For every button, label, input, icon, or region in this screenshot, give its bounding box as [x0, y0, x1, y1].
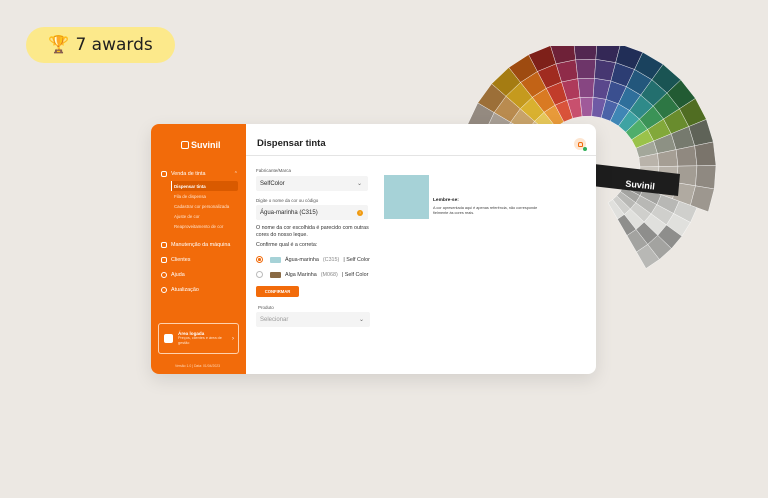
option-name: Alga Marinha — [285, 271, 317, 278]
wrench-icon — [161, 241, 167, 248]
brand-value: SelfColor — [260, 180, 285, 187]
product-placeholder: Selecionar — [260, 316, 289, 323]
confirm-button[interactable]: CONFIRMAR — [256, 286, 299, 297]
color-option-alga-marinha[interactable]: Alga Marinha (M068) | Self Color — [256, 271, 368, 278]
similar-color-notice: O nome da cor escolhida é parecido com o… — [256, 225, 369, 238]
reminder-title: Lembre-se: — [433, 198, 459, 203]
logged-area-text: Área logada Preços, clientes e área de g… — [178, 331, 227, 345]
nav-item-ajuda[interactable]: Ajuda — [151, 267, 246, 282]
bell-icon — [577, 141, 583, 147]
radio-selected[interactable] — [256, 256, 263, 263]
nav-item-venda-de-tinta[interactable]: Venda de tinta ⌃ — [151, 166, 246, 181]
subnav-item-dispensar-tinta[interactable]: Dispensar tinta — [171, 181, 238, 191]
logged-area-description: Preços, clientes e área de gestão — [178, 336, 222, 345]
brand-label: Fabricante/Marca — [256, 168, 292, 173]
option-code: (M068) — [320, 271, 338, 278]
option-line: | Self Color — [341, 271, 369, 278]
product-label: Produto — [258, 305, 274, 310]
chevron-down-icon: ⌄ — [356, 181, 362, 187]
help-icon — [161, 271, 167, 278]
product-select[interactable]: Selecionar ⌄ — [256, 312, 370, 327]
color-swatch — [270, 271, 281, 278]
subnav-item-cadastrar-cor[interactable]: Cadastrar cor personalizada — [151, 201, 246, 211]
logged-area-card[interactable]: Área logada Preços, clientes e área de g… — [158, 323, 239, 354]
chevron-down-icon: ⌄ — [358, 317, 364, 323]
fan-color-chip — [675, 145, 698, 167]
fan-color-chip — [694, 141, 717, 166]
subnav-item-ajuste-de-cor[interactable]: Ajuste de cor — [151, 211, 246, 221]
nav-item-manutencao[interactable]: Manutenção da máquina — [151, 237, 246, 252]
main-content: Dispensar tinta Fabricante/Marca SelfCol… — [246, 124, 596, 374]
app-window: Suvinil Venda de tinta ⌃ Dispensar tinta… — [151, 124, 596, 374]
nav-label: Ajuda — [171, 271, 185, 278]
nav-label: Atualização — [171, 286, 199, 293]
awards-label: 7 awards — [75, 35, 153, 55]
warning-icon: ! — [357, 209, 363, 216]
option-code: (C315) — [322, 256, 340, 263]
chevron-right-icon: › — [232, 335, 234, 342]
confirm-prompt: Confirme qual é a correta: — [256, 242, 318, 248]
sidebar-nav: Venda de tinta ⌃ Dispensar tinta Fila de… — [151, 166, 246, 297]
sidebar: Suvinil Venda de tinta ⌃ Dispensar tinta… — [151, 124, 246, 374]
trophy-icon: 🏆 — [48, 35, 70, 55]
option-line: | Self Color — [343, 256, 370, 263]
fan-color-chip — [577, 78, 595, 98]
fan-color-chip — [575, 59, 597, 79]
notifications-button[interactable] — [574, 138, 587, 151]
nav-item-atualizacao[interactable]: Atualização — [151, 282, 246, 297]
subnav-item-fila-de-dispensa[interactable]: Fila de dispensa — [151, 191, 246, 201]
color-value: Água-marinha (C315) — [260, 209, 318, 216]
version-info: Versão 1.0 | Data: 01/04/2023 — [175, 364, 220, 368]
brand-select[interactable]: SelfColor ⌄ — [256, 176, 368, 191]
nav-label: Clientes — [171, 256, 191, 263]
paint-bucket-icon — [161, 170, 167, 177]
logo-label: Suvinil — [191, 140, 221, 150]
color-option-agua-marinha[interactable]: Água-marinha (C315) | Self Color — [256, 256, 370, 263]
refresh-icon — [161, 286, 167, 293]
fan-color-chip — [695, 165, 717, 190]
fan-color-chip — [579, 96, 594, 117]
page-title: Dispensar tinta — [257, 138, 326, 149]
suvinil-logo-icon — [181, 141, 189, 149]
subnav-item-reaproveitamento[interactable]: Reaproveitamento de cor — [151, 221, 246, 231]
nav-label: Venda de tinta — [171, 170, 206, 177]
chevron-up-icon: ⌃ — [233, 170, 238, 177]
reminder-text: A cor apresentada aqui é apenas referênc… — [433, 206, 538, 215]
notification-dot — [583, 147, 587, 151]
awards-badge: 🏆 7 awards — [26, 27, 175, 63]
fan-color-chip — [573, 40, 598, 60]
color-search-input[interactable]: Água-marinha (C315) ! — [256, 205, 368, 220]
radio-unselected[interactable] — [256, 271, 263, 278]
option-name: Água-marinha — [285, 256, 319, 263]
suvinil-logo: Suvinil — [181, 140, 221, 150]
color-swatch — [270, 256, 281, 263]
store-icon — [164, 334, 173, 343]
nav-item-clientes[interactable]: Clientes — [151, 252, 246, 267]
users-icon — [161, 256, 167, 263]
color-label: Digite o nome da cor ou código — [256, 198, 319, 203]
nav-label: Manutenção da máquina — [171, 241, 231, 248]
header-divider — [246, 155, 596, 156]
color-preview — [384, 175, 429, 219]
